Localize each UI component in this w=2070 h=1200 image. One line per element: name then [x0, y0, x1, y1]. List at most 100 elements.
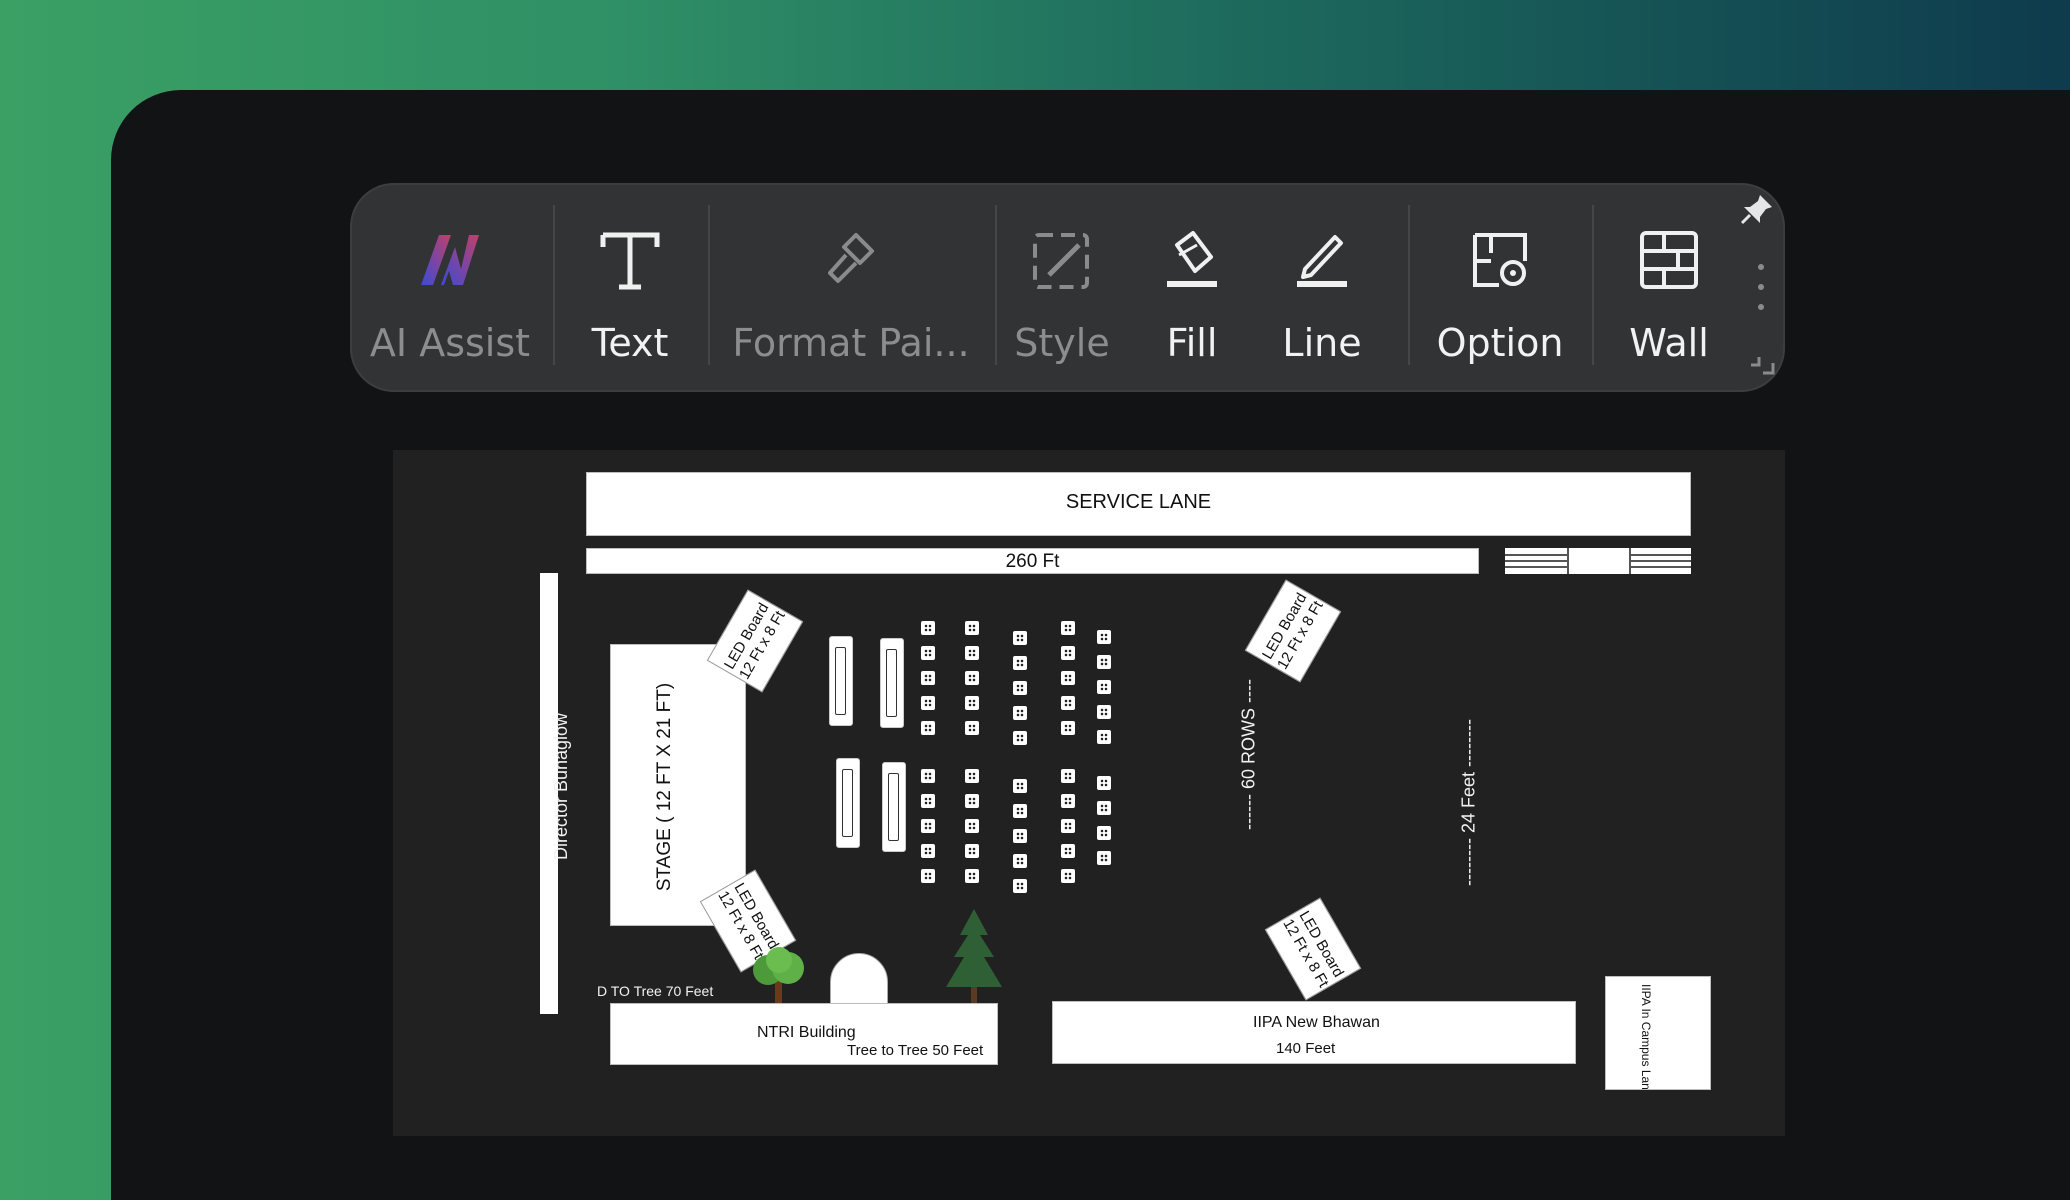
ai-assist-label: AI Assist [369, 321, 531, 365]
service-lane[interactable]: SERVICE LANE [586, 472, 1691, 536]
chair[interactable] [1097, 776, 1111, 790]
width-dimension-label: 260 Ft [1005, 551, 1060, 572]
campus-lane-label: IIPA In Campus Lan [1639, 984, 1653, 1090]
chair[interactable] [1061, 621, 1075, 635]
resize-handle-icon[interactable] [1747, 345, 1777, 375]
stage[interactable]: STAGE ( 12 FT X 21 FT) [610, 644, 746, 926]
format-painter-button[interactable]: Format Pai... [710, 183, 992, 392]
chair[interactable] [1061, 844, 1075, 858]
text-button[interactable]: Text [555, 183, 705, 392]
chair[interactable] [1013, 829, 1027, 843]
led-board[interactable]: LED Board 12 Ft x 8 Ft [1264, 897, 1362, 1001]
chair[interactable] [965, 696, 979, 710]
chair[interactable] [921, 794, 935, 808]
fill-bucket-icon [1167, 231, 1217, 287]
chair[interactable] [1061, 671, 1075, 685]
sofa[interactable] [829, 636, 853, 726]
pin-icon[interactable] [1740, 193, 1774, 227]
style-icon [1033, 233, 1089, 289]
chair[interactable] [1097, 655, 1111, 669]
chair[interactable] [1013, 879, 1027, 893]
service-lane-label: SERVICE LANE [1065, 491, 1212, 513]
option-icon [1473, 233, 1527, 287]
chair[interactable] [1061, 721, 1075, 735]
format-painter-label: Format Pai... [732, 321, 970, 365]
chair[interactable] [965, 769, 979, 783]
chair[interactable] [1013, 656, 1027, 670]
text-label: Text [591, 321, 669, 365]
chair[interactable] [965, 844, 979, 858]
iipa-building-label: IIPA New Bhawan [1253, 1014, 1380, 1031]
chair[interactable] [965, 819, 979, 833]
chair[interactable] [1097, 851, 1111, 865]
chair[interactable] [1097, 826, 1111, 840]
iipa-length-label: 140 Feet [1276, 1040, 1336, 1057]
director-bungalow-label: Director Bunaglow [551, 712, 572, 861]
rows-label: ------ 60 ROWS ---- [1238, 679, 1259, 830]
chair[interactable] [921, 671, 935, 685]
chair[interactable] [965, 671, 979, 685]
gate-stripes[interactable] [1505, 548, 1691, 574]
chair[interactable] [1013, 731, 1027, 745]
ntri-building-label: NTRI Building [757, 1024, 856, 1041]
more-vertical-icon[interactable] [1756, 262, 1766, 312]
wall-button[interactable]: Wall [1594, 183, 1744, 392]
iipa-campus-lane[interactable]: IIPA In Campus Lan [1605, 976, 1711, 1090]
stage-label: STAGE ( 12 FT X 21 FT) [654, 682, 675, 892]
line-pen-icon [1297, 235, 1347, 287]
chair[interactable] [921, 621, 935, 635]
chair[interactable] [921, 696, 935, 710]
text-icon [600, 232, 660, 290]
chair[interactable] [1097, 801, 1111, 815]
chair[interactable] [1097, 630, 1111, 644]
chair[interactable] [1013, 804, 1027, 818]
fill-label: Fill [1166, 321, 1218, 365]
wall-label: Wall [1629, 321, 1709, 365]
chair[interactable] [1061, 696, 1075, 710]
chair[interactable] [1013, 681, 1027, 695]
chair[interactable] [1013, 706, 1027, 720]
chair[interactable] [921, 769, 935, 783]
chair[interactable] [965, 646, 979, 660]
floorplan-canvas[interactable]: SERVICE LANE 260 Ft Director Bunaglow ST… [393, 450, 1785, 1136]
chair[interactable] [1061, 869, 1075, 883]
sofa[interactable] [882, 762, 906, 852]
chair[interactable] [1061, 819, 1075, 833]
chair[interactable] [965, 794, 979, 808]
style-button[interactable]: Style [997, 183, 1127, 392]
wall-icon [1640, 231, 1698, 289]
chair[interactable] [1013, 631, 1027, 645]
chair[interactable] [1097, 705, 1111, 719]
chair[interactable] [1061, 646, 1075, 660]
style-label: Style [1014, 321, 1110, 365]
chair[interactable] [965, 721, 979, 735]
chair[interactable] [921, 646, 935, 660]
format-painter-icon [828, 233, 874, 283]
option-label: Option [1436, 321, 1564, 365]
line-button[interactable]: Line [1257, 183, 1387, 392]
chair[interactable] [1097, 680, 1111, 694]
chair[interactable] [921, 844, 935, 858]
pine-tree-icon [946, 909, 1002, 1013]
sofa[interactable] [836, 758, 860, 848]
fill-button[interactable]: Fill [1127, 183, 1257, 392]
option-button[interactable]: Option [1410, 183, 1590, 392]
line-label: Line [1282, 321, 1362, 365]
sofa[interactable] [880, 638, 904, 728]
iipa-new-bhawan[interactable]: IIPA New Bhawan 140 Feet [1052, 1001, 1576, 1064]
chair[interactable] [921, 721, 935, 735]
chair[interactable] [921, 869, 935, 883]
ntri-building[interactable]: NTRI Building Tree to Tree 50 Feet [610, 1003, 998, 1065]
chair[interactable] [965, 621, 979, 635]
chair[interactable] [1013, 779, 1027, 793]
chair[interactable] [1013, 854, 1027, 868]
ai-assist-logo-icon [421, 235, 479, 285]
width-dimension-bar[interactable]: 260 Ft [586, 548, 1479, 574]
chair[interactable] [921, 819, 935, 833]
chair[interactable] [1097, 730, 1111, 744]
floating-toolbar: AI Assist Text Format Pai... Style Fill [350, 183, 1785, 392]
ai-assist-button[interactable]: AI Assist [350, 183, 550, 392]
chair[interactable] [965, 869, 979, 883]
chair[interactable] [1061, 769, 1075, 783]
chair[interactable] [1061, 794, 1075, 808]
